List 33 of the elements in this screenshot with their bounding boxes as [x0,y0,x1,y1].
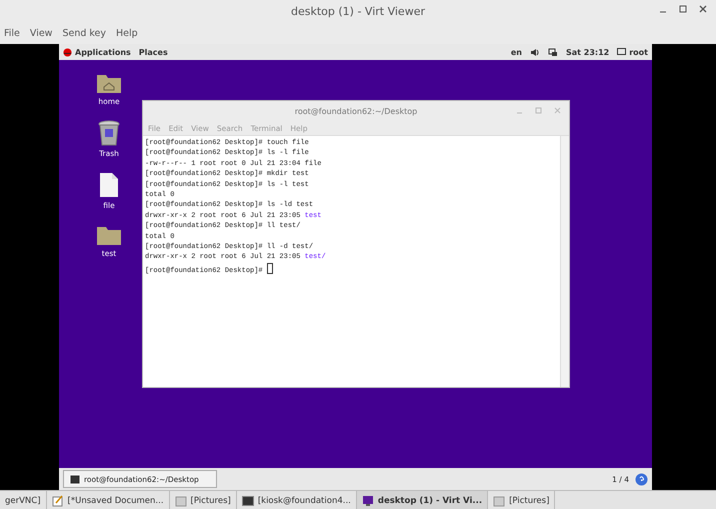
terminal-icon [70,474,80,484]
clock[interactable]: Sat 23:12 [566,48,610,56]
hat-icon [63,48,72,56]
taskbar-item[interactable]: desktop (1) - Virt Vi... [356,491,488,509]
help-icon[interactable] [635,472,648,486]
trash-icon [98,120,120,146]
taskbar-item[interactable]: [kiosk@foundation4... [236,491,357,509]
applications-menu[interactable]: Applications [63,48,131,56]
folder-icon [174,494,187,506]
scrollbar[interactable] [560,136,569,387]
menu-item[interactable]: Send key [60,28,112,38]
document-icon [99,172,119,198]
notepad-icon [52,494,64,506]
home-folder-icon [96,72,122,94]
folder-icon [96,224,122,246]
terminal-title: root@foundation62:~/Desktop [294,106,418,116]
menu-item[interactable]: Help [114,28,144,38]
taskbar-item[interactable]: gerVNC] [0,491,47,509]
menu-item[interactable]: View [28,28,58,38]
language-indicator[interactable]: en [510,48,522,56]
taskbar-item[interactable]: [*Unsaved Documen... [46,491,170,509]
volume-icon[interactable] [530,48,540,56]
menu-item[interactable]: File [2,28,26,38]
terminal-icon [242,494,254,506]
taskbar-item[interactable]: [Pictures] [488,491,556,509]
close-icon[interactable] [698,4,708,14]
places-menu[interactable]: Places [138,48,168,56]
taskbar-item[interactable]: [Pictures] [170,491,237,509]
monitor-icon [362,494,374,506]
folder-icon [493,494,506,506]
maximize-icon[interactable] [678,4,688,14]
user-menu[interactable]: root [617,48,648,56]
window-title: desktop (1) - Virt Viewer [291,4,425,18]
